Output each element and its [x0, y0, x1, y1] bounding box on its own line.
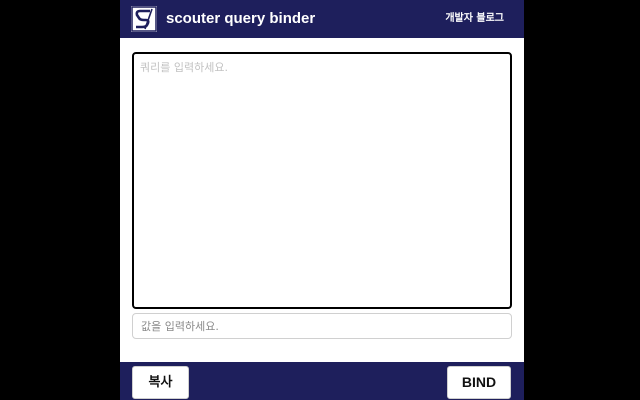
header-bar: scouter query binder 개발자 블로그 [120, 0, 524, 38]
value-input[interactable] [132, 313, 512, 339]
bind-button[interactable]: BIND [447, 366, 511, 399]
query-input[interactable] [132, 52, 512, 309]
developer-blog-link[interactable]: 개발자 블로그 [445, 11, 504, 27]
app-window: scouter query binder 개발자 블로그 복사 BIND [120, 0, 524, 400]
footer-bar: 복사 BIND [120, 362, 524, 400]
app-title: scouter query binder [166, 10, 316, 27]
copy-button[interactable]: 복사 [132, 366, 189, 399]
scouter-logo-icon [131, 6, 157, 32]
